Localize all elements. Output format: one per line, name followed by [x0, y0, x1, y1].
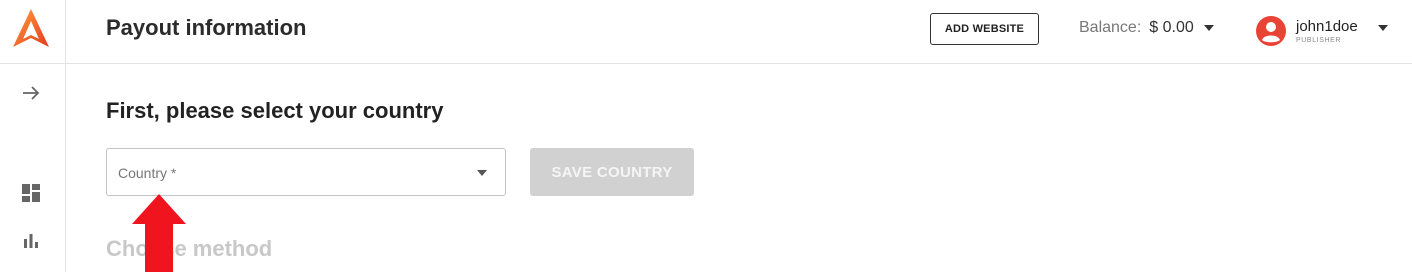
save-country-button[interactable]: SAVE COUNTRY	[530, 148, 694, 196]
balance-value: $ 0.00	[1149, 19, 1194, 36]
sidebar	[0, 0, 66, 272]
user-menu[interactable]: john1doe PUBLISHER	[1256, 14, 1388, 48]
user-role: PUBLISHER	[1296, 37, 1342, 44]
app-root: Payout information ADD WEBSITE Balance: …	[0, 0, 1412, 272]
country-select-placeholder: Country *	[118, 165, 177, 181]
arrow-right-icon[interactable]	[21, 83, 41, 103]
dashboard-icon[interactable]	[21, 183, 41, 203]
user-info: john1doe PUBLISHER	[1296, 18, 1358, 44]
bar-chart-icon[interactable]	[21, 231, 41, 251]
user-name: john1doe	[1296, 18, 1358, 35]
account-circle-icon	[1256, 16, 1286, 46]
section-title: First, please select your country	[106, 98, 444, 123]
top-header: Payout information ADD WEBSITE Balance: …	[66, 0, 1412, 64]
balance-label: Balance:	[1079, 19, 1142, 36]
caret-down-icon	[1377, 25, 1388, 31]
red-arrow-up-icon	[132, 194, 186, 272]
caret-down-icon	[1203, 25, 1214, 31]
page-title: Payout information	[106, 15, 307, 40]
country-select[interactable]: Country *	[106, 148, 506, 196]
main-content: First, please select your country Countr…	[66, 64, 1412, 272]
add-website-button[interactable]: ADD WEBSITE	[930, 13, 1039, 45]
balance-dropdown[interactable]: Balance: $ 0.00	[1079, 19, 1214, 37]
caret-down-icon	[477, 170, 487, 176]
choose-method-title: Choose method	[106, 236, 273, 261]
brand-logo[interactable]	[13, 9, 49, 49]
sidebar-divider	[0, 63, 66, 64]
